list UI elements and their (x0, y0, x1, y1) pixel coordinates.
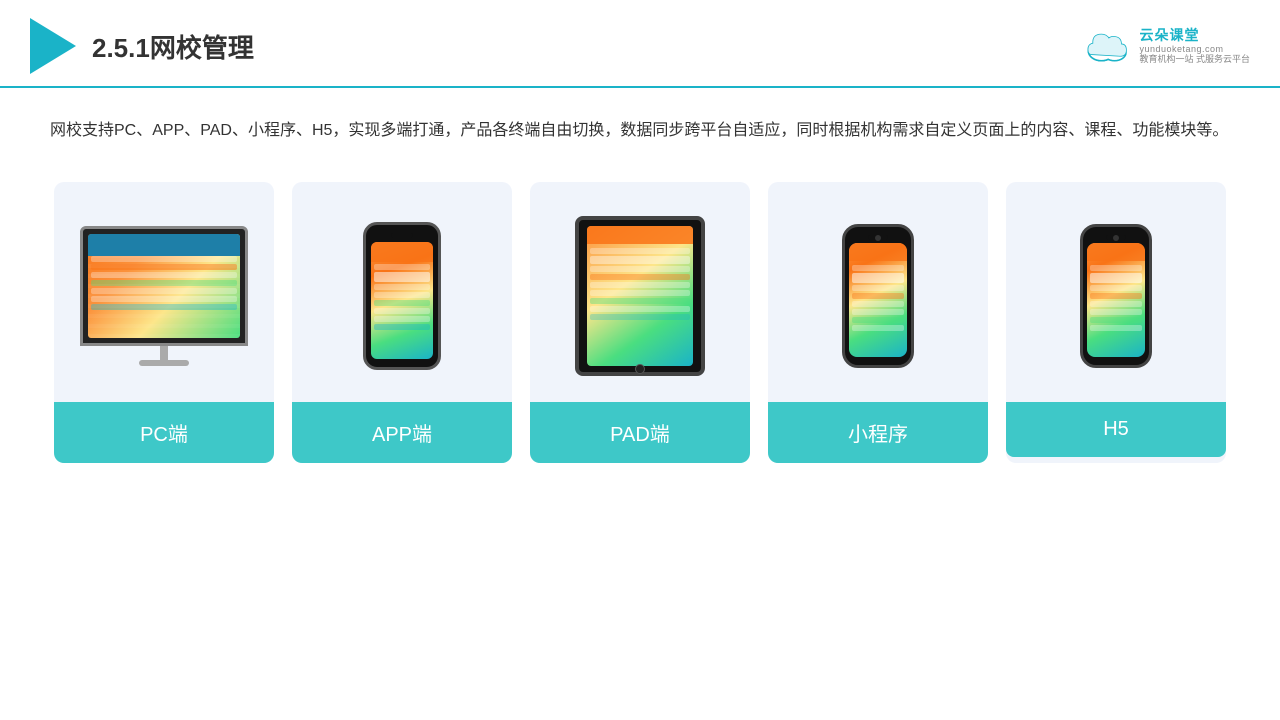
tablet-home-button (635, 364, 645, 374)
mini-phone-camera-h5 (1113, 235, 1119, 241)
card-pad-image-area (530, 182, 750, 402)
card-miniprogram-image-area (768, 182, 988, 402)
card-app-label: APP端 (292, 402, 512, 463)
tablet-mockup (575, 216, 705, 376)
page-header: 2.5.1网校管理 云朵课堂 yunduoketang.com 教育机构一站 式… (0, 0, 1280, 88)
brand-triangle-icon (30, 18, 76, 74)
tablet-screen (587, 226, 693, 366)
header-left: 2.5.1网校管理 (30, 18, 254, 74)
description-text: 网校支持PC、APP、PAD、小程序、H5，实现多端打通，产品各终端自由切换，数… (50, 116, 1230, 146)
mini-phone-screen-miniprogram (849, 243, 907, 357)
phone-screen (371, 242, 433, 359)
platform-cards-container: PC端 (50, 182, 1230, 463)
main-content: 网校支持PC、APP、PAD、小程序、H5，实现多端打通，产品各终端自由切换，数… (0, 88, 1280, 483)
cloud-icon (1083, 28, 1133, 64)
mini-phone-mockup-h5 (1080, 224, 1152, 368)
logo-main-text: 云朵课堂 (1139, 27, 1199, 44)
mini-phone-camera (875, 235, 881, 241)
card-pad: PAD端 (530, 182, 750, 463)
card-pad-label: PAD端 (530, 402, 750, 463)
mini-phone-screen-h5 (1087, 243, 1145, 357)
card-pc: PC端 (54, 182, 274, 463)
card-miniprogram: 小程序 (768, 182, 988, 463)
logo-tagline: 教育机构一站 式服务云平台 (1139, 54, 1250, 65)
monitor-mockup (80, 226, 248, 366)
logo-text-block: 云朵课堂 yunduoketang.com 教育机构一站 式服务云平台 (1139, 27, 1250, 65)
logo-url-text: yunduoketang.com (1139, 44, 1223, 55)
monitor-screen-inner (88, 234, 240, 338)
cloud-logo: 云朵课堂 yunduoketang.com 教育机构一站 式服务云平台 (1083, 27, 1250, 65)
monitor-screen-outer (80, 226, 248, 346)
card-h5: H5 (1006, 182, 1226, 463)
card-h5-image-area (1006, 182, 1226, 402)
card-miniprogram-label: 小程序 (768, 402, 988, 463)
mini-phone-mockup-miniprogram (842, 224, 914, 368)
monitor-base (139, 360, 189, 366)
card-app: APP端 (292, 182, 512, 463)
card-pc-label: PC端 (54, 402, 274, 463)
page-title: 2.5.1网校管理 (92, 28, 254, 65)
card-h5-label: H5 (1006, 402, 1226, 457)
phone-notch (391, 233, 413, 238)
phone-mockup (363, 222, 441, 370)
card-app-image-area (292, 182, 512, 402)
monitor-stand (160, 346, 168, 360)
card-pc-image-area (54, 182, 274, 402)
